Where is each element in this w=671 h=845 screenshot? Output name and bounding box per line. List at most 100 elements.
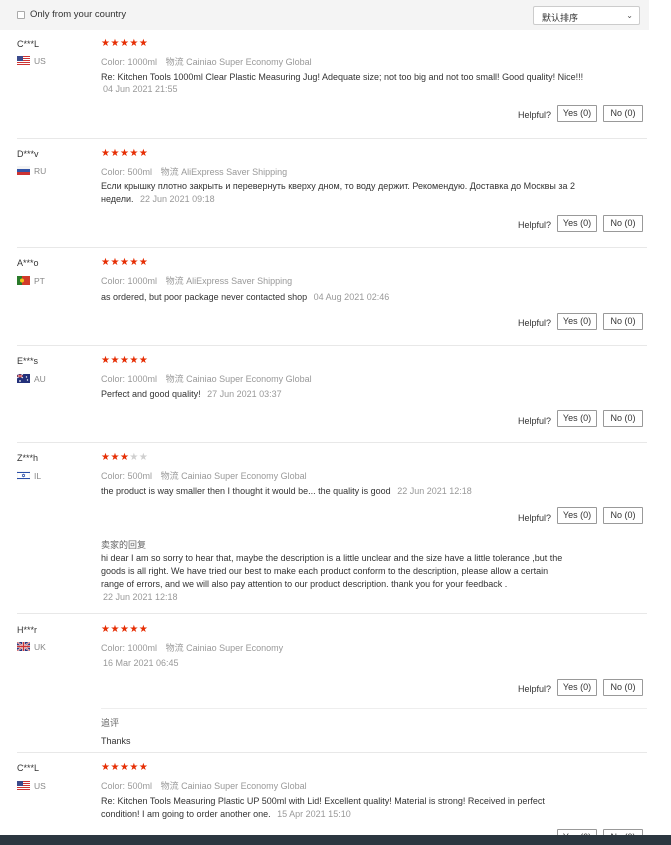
helpful-yes-button[interactable]: Yes (0) (557, 679, 597, 696)
star-filled-icon: ★ (138, 624, 149, 635)
helpful-no-button[interactable]: No (0) (603, 105, 643, 122)
review-attributes: Color: 500ml 物流 Cainiao Super Economy Gl… (101, 779, 307, 792)
helpful-yes-button[interactable]: Yes (0) (557, 507, 597, 524)
us-flag-icon (17, 781, 30, 790)
helpful-label: Helpful? (518, 513, 552, 523)
star-filled-icon: ★ (119, 257, 130, 268)
rating-stars: ★★★★★ (101, 148, 148, 159)
star-filled-icon: ★ (119, 762, 130, 773)
reviewer-name: E***s (17, 356, 39, 366)
review-body: Re: Kitchen Tools 1000ml Clear Plastic M… (101, 72, 584, 82)
review-attributes: Color: 500ml 物流 Cainiao Super Economy Gl… (101, 469, 307, 482)
review-text: Если крышку плотно закрыть и перевернуть… (101, 180, 586, 206)
ru-flag-icon (17, 166, 30, 175)
review-attributes: Color: 1000ml 物流 Cainiao Super Economy G… (101, 55, 312, 68)
helpful-yes-button[interactable]: Yes (0) (557, 410, 597, 427)
star-filled-icon: ★ (119, 355, 130, 366)
review-date: 22 Jun 2021 12:18 (397, 486, 472, 496)
helpful-no-button[interactable]: No (0) (603, 313, 643, 330)
star-filled-icon: ★ (138, 762, 149, 773)
helpful-yes-button[interactable]: Yes (0) (557, 313, 597, 330)
helpful-no-button[interactable]: No (0) (603, 507, 643, 524)
us-flag-icon (17, 56, 30, 65)
helpful-label: Helpful? (518, 220, 552, 230)
rating-stars: ★★★★★ (101, 452, 148, 463)
star-filled-icon: ★ (110, 452, 120, 463)
review-date: 15 Apr 2021 15:10 (277, 809, 351, 819)
au-flag-icon (17, 374, 30, 383)
reviewer-country: RU (34, 166, 47, 176)
star-filled-icon: ★ (129, 257, 139, 268)
star-filled-icon: ★ (110, 148, 120, 159)
helpful-yes-button[interactable]: Yes (0) (557, 105, 597, 122)
helpful-no-button[interactable]: No (0) (603, 215, 643, 232)
seller-reply-heading: 卖家的回复 (101, 540, 147, 550)
seller-reply-date: 22 Jun 2021 12:18 (103, 592, 178, 602)
logistics-key: 物流 (165, 276, 184, 286)
reviewer-country: UK (34, 642, 46, 652)
seller-reply-text: hi dear I am so sorry to hear that, mayb… (101, 553, 563, 589)
shipping-value: AliExpress Saver Shipping (186, 276, 293, 286)
rating-stars: ★★★★★ (101, 38, 148, 49)
color-key: Color: (101, 276, 126, 286)
reviewer-country: IL (34, 471, 42, 481)
review-divider (17, 138, 647, 139)
review-attributes: Color: 1000ml 物流 AliExpress Saver Shippi… (101, 274, 292, 287)
helpful-yes-button[interactable]: Yes (0) (557, 215, 597, 232)
shipping-value: Cainiao Super Economy Global (181, 471, 307, 481)
star-empty-icon: ★ (129, 452, 139, 463)
review-divider (17, 613, 647, 614)
logistics-key: 物流 (160, 167, 179, 177)
color-key: Color: (101, 643, 126, 653)
review-divider (17, 345, 647, 346)
shipping-value: Cainiao Super Economy Global (186, 374, 312, 384)
review-divider (17, 247, 647, 248)
filter-bar: Only from your country 默认排序 ⌄ (0, 0, 649, 30)
color-value: 1000ml (127, 374, 158, 384)
logistics-key: 物流 (165, 374, 184, 384)
review-attributes: Color: 1000ml 物流 Cainiao Super Economy G… (101, 372, 312, 385)
followup-divider (101, 708, 647, 709)
reviewer-name: D***v (17, 149, 39, 159)
reviewer-country: AU (34, 374, 46, 384)
review-date: 04 Jun 2021 21:55 (103, 84, 178, 94)
star-filled-icon: ★ (110, 257, 120, 268)
color-value: 500ml (127, 781, 153, 791)
sort-dropdown[interactable]: 默认排序 ⌄ (533, 6, 640, 25)
only-country-checkbox[interactable] (17, 11, 25, 19)
review-text: the product is way smaller then I though… (101, 485, 586, 498)
star-filled-icon: ★ (119, 148, 130, 159)
logistics-key: 物流 (160, 781, 179, 791)
il-flag-icon (17, 471, 30, 480)
review-text: Re: Kitchen Tools Measuring Plastic UP 5… (101, 795, 571, 821)
review-body: as ordered, but poor package never conta… (101, 292, 308, 302)
followup-text: Thanks (101, 736, 131, 746)
star-filled-icon: ★ (129, 355, 139, 366)
shipping-value: Cainiao Super Economy Global (186, 57, 312, 67)
only-country-label[interactable]: Only from your country (30, 9, 126, 20)
color-key: Color: (101, 57, 126, 67)
color-value: 1000ml (127, 57, 158, 67)
reviewer-name: H***r (17, 625, 38, 635)
shipping-value: AliExpress Saver Shipping (181, 167, 288, 177)
helpful-no-button[interactable]: No (0) (603, 679, 643, 696)
helpful-label: Helpful? (518, 318, 552, 328)
review-attributes: Color: 500ml 物流 AliExpress Saver Shippin… (101, 165, 287, 178)
helpful-label: Helpful? (518, 684, 552, 694)
helpful-label: Helpful? (518, 416, 552, 426)
star-filled-icon: ★ (119, 624, 130, 635)
rating-stars: ★★★★★ (101, 762, 148, 773)
helpful-no-button[interactable]: No (0) (603, 410, 643, 427)
rating-stars: ★★★★★ (101, 355, 148, 366)
star-filled-icon: ★ (138, 148, 149, 159)
color-value: 1000ml (127, 276, 158, 286)
color-key: Color: (101, 374, 126, 384)
star-filled-icon: ★ (119, 38, 130, 49)
followup-heading: 追评 (101, 718, 120, 728)
review-attributes: Color: 1000ml 物流 Cainiao Super Economy (101, 641, 283, 654)
color-key: Color: (101, 471, 126, 481)
review-divider (17, 442, 647, 443)
star-filled-icon: ★ (138, 355, 149, 366)
review-body: Perfect and good quality! (101, 389, 201, 399)
star-empty-icon: ★ (138, 452, 149, 463)
